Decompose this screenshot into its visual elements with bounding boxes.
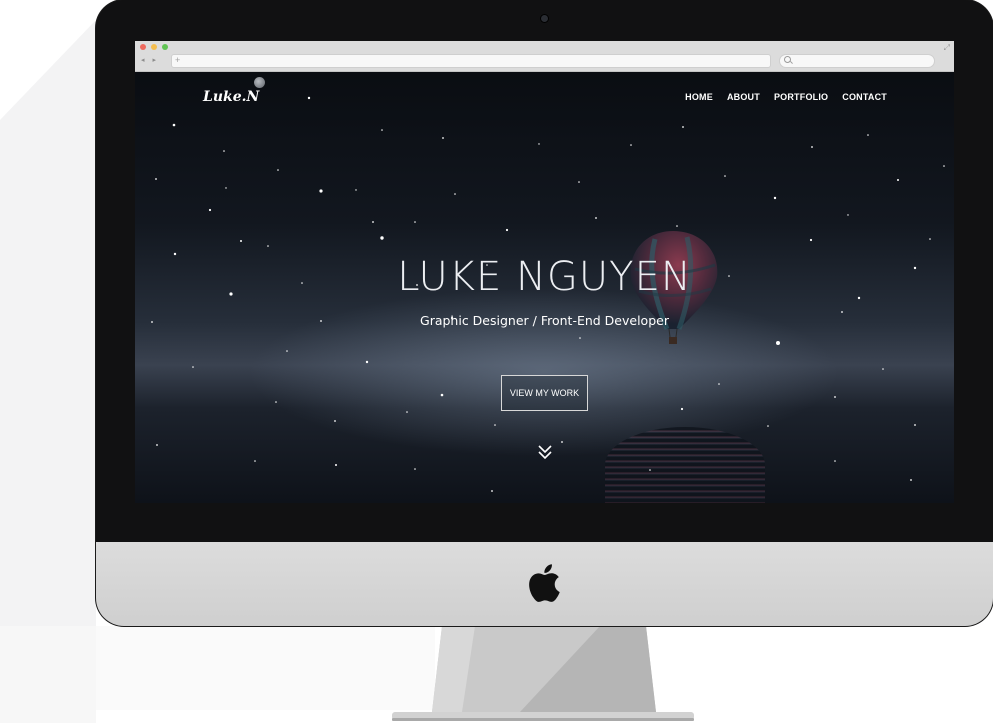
address-bar[interactable]: + [171, 54, 771, 68]
hero-section: Luke.N HOME ABOUT PORTFOLIO CONTACT LUKE… [135, 72, 954, 503]
fullscreen-icon[interactable]: ⤢ [944, 44, 950, 52]
nav-link-about[interactable]: ABOUT [727, 92, 760, 102]
search-icon [784, 56, 791, 63]
back-forward-icon[interactable]: ◂ ▸ [141, 56, 159, 64]
hero-title: LUKE NGUYEN [397, 254, 692, 300]
site-logo[interactable]: Luke.N [203, 89, 259, 105]
nav-link-contact[interactable]: CONTACT [842, 92, 887, 102]
maximize-window-button[interactable] [162, 44, 168, 50]
nav-link-home[interactable]: HOME [685, 92, 713, 102]
browser-toolbar: ◂ ▸ + ⤢ [135, 41, 954, 72]
new-tab-icon[interactable]: + [175, 55, 180, 66]
browser-window: ◂ ▸ + ⤢ Luke.N HOME ABOUT PORTFOLIO CONT… [135, 41, 954, 503]
camera-icon [541, 15, 548, 22]
nav-link-portfolio[interactable]: PORTFOLIO [774, 92, 828, 102]
minimize-window-button[interactable] [151, 44, 157, 50]
moon-icon [254, 77, 265, 88]
close-window-button[interactable] [140, 44, 146, 50]
apple-logo-icon [529, 564, 560, 602]
browser-search-input[interactable] [779, 54, 935, 68]
hero-subtitle: Graphic Designer / Front-End Developer [420, 313, 669, 328]
view-my-work-button[interactable]: VIEW MY WORK [501, 375, 588, 411]
double-chevron-down-icon[interactable] [537, 444, 553, 460]
main-nav: HOME ABOUT PORTFOLIO CONTACT [685, 92, 887, 102]
